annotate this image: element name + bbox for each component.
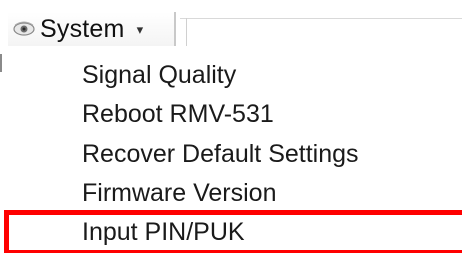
menu-bar-rule	[180, 18, 462, 19]
highlight-box	[4, 210, 462, 253]
window-edge-marker	[0, 54, 2, 72]
menu-item-firmware-version[interactable]: Firmware Version	[82, 173, 277, 213]
menu-bar: System ▾	[0, 12, 462, 48]
eye-icon	[12, 20, 36, 38]
menu-bar-separator	[186, 18, 187, 46]
chevron-down-icon: ▾	[136, 21, 144, 37]
menu-item-signal-quality[interactable]: Signal Quality	[82, 55, 236, 95]
system-menu-button[interactable]: System ▾	[8, 12, 176, 46]
menu-item-reboot[interactable]: Reboot RMV-531	[82, 94, 274, 134]
menu-item-recover-defaults[interactable]: Recover Default Settings	[82, 134, 359, 174]
system-menu-label: System	[40, 14, 125, 43]
screen: System ▾ Signal Quality Reboot RMV-531 R…	[0, 0, 462, 253]
